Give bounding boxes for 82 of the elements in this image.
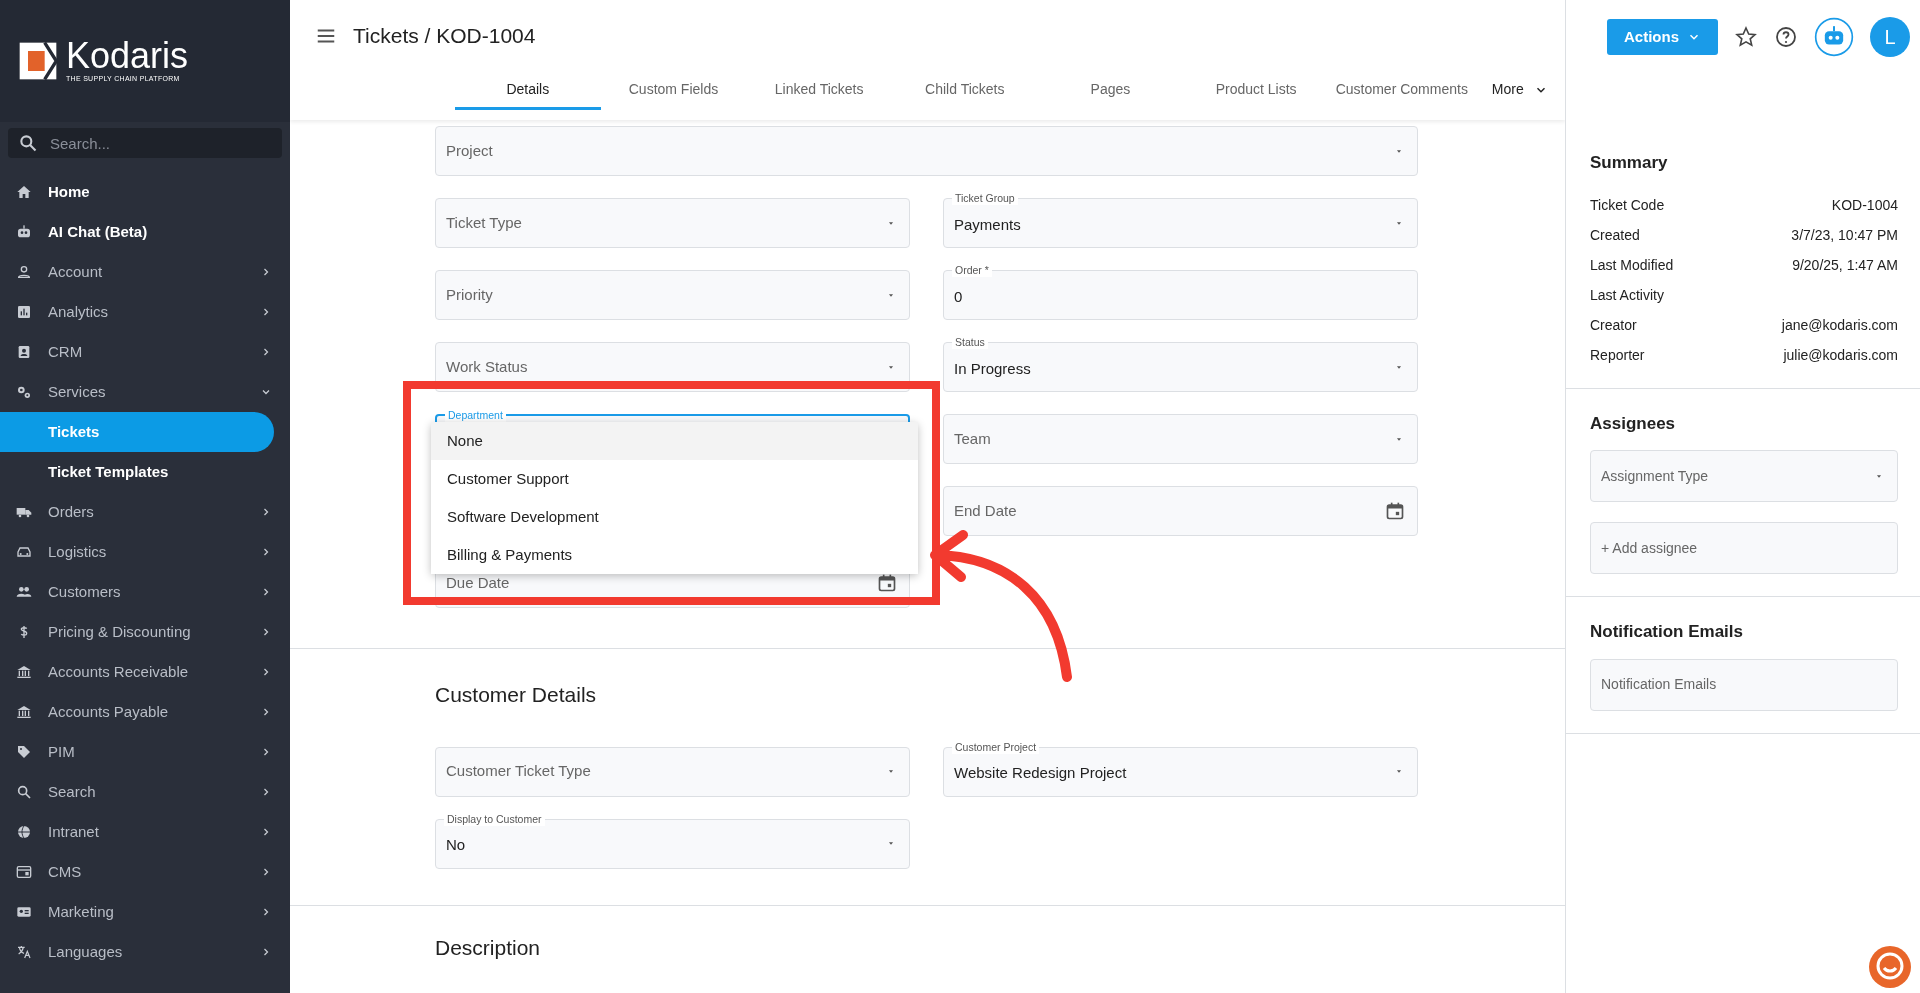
sidebar-item[interactable]: CRM xyxy=(0,332,290,372)
summary-label: Creator xyxy=(1590,315,1637,335)
tab[interactable]: Product Lists xyxy=(1183,72,1329,110)
dropdown-option[interactable]: Customer Support xyxy=(431,460,918,498)
select-field[interactable]: Ticket Type xyxy=(435,198,910,248)
tab[interactable]: Pages xyxy=(1037,72,1184,110)
help-icon[interactable] xyxy=(1774,25,1798,49)
bank-icon xyxy=(16,664,32,680)
panel-title: Summary xyxy=(1590,152,1669,174)
sidebar-item[interactable]: Analytics xyxy=(0,292,290,332)
select-field[interactable]: Assignment Type xyxy=(1590,450,1898,502)
brand-name: Kodaris xyxy=(66,37,189,74)
page-title: Tickets / KOD-1004 xyxy=(353,23,537,50)
robot-icon xyxy=(16,224,32,240)
section-title: Customer Details xyxy=(435,682,598,708)
panel-title: Assignees xyxy=(1590,412,1677,435)
id-card-icon xyxy=(16,904,32,920)
person-icon xyxy=(16,264,32,280)
sidebar-item[interactable]: Search xyxy=(0,772,290,812)
search-field[interactable]: Search... xyxy=(8,128,282,158)
summary-value: julie@kodaris.com xyxy=(1783,345,1898,365)
summary-label: Ticket Code xyxy=(1590,195,1665,215)
sidebar-item[interactable]: Logistics xyxy=(0,532,290,572)
tab[interactable]: More xyxy=(1474,72,1565,110)
date-field[interactable]: End Date xyxy=(943,486,1418,536)
sidebar-item[interactable]: Account xyxy=(0,252,290,292)
sidebar-item[interactable]: Orders xyxy=(0,492,290,532)
summary-value: 3/7/23, 10:47 PM xyxy=(1791,225,1898,245)
logo-icon xyxy=(18,41,58,81)
people-icon xyxy=(16,584,32,600)
bank-icon xyxy=(16,704,32,720)
sidebar-item[interactable]: Pricing & Discounting xyxy=(0,612,290,652)
summary-value: KOD-1004 xyxy=(1831,195,1898,215)
sidebar-item[interactable]: Languages xyxy=(0,932,290,972)
home-icon xyxy=(16,184,32,200)
car-icon xyxy=(16,544,32,560)
tab[interactable]: Linked Tickets xyxy=(746,72,892,110)
dropdown-option[interactable]: Billing & Payments xyxy=(431,536,918,574)
sidebar-item[interactable]: Marketing xyxy=(0,892,290,932)
select-field[interactable]: Project xyxy=(435,126,1418,176)
calendar-icon[interactable] xyxy=(877,573,897,593)
globe-icon xyxy=(16,824,32,840)
star-icon[interactable] xyxy=(1734,25,1758,49)
sidebar-item[interactable]: Customers xyxy=(0,572,290,612)
gears-icon xyxy=(16,384,32,400)
summary-label: Reporter xyxy=(1590,345,1645,365)
dropdown-option[interactable]: Software Development xyxy=(431,498,918,536)
chat-bubble-icon[interactable] xyxy=(1868,945,1912,989)
select-field[interactable]: Customer Ticket Type xyxy=(435,746,910,797)
sidebar-item[interactable]: CMS xyxy=(0,852,290,892)
summary-value: jane@kodaris.com xyxy=(1781,315,1898,335)
select-field[interactable]: Team xyxy=(943,414,1418,464)
sidebar-item[interactable]: Intranet xyxy=(0,812,290,852)
tag-icon xyxy=(16,744,32,760)
sidebar-item[interactable]: Accounts Receivable xyxy=(0,652,290,692)
translate-icon xyxy=(16,944,32,960)
sidebar-item[interactable]: Accounts Payable xyxy=(0,692,290,732)
tab[interactable]: Child Tickets xyxy=(891,72,1038,110)
tab[interactable]: Custom Fields xyxy=(600,72,747,110)
summary-value: 9/20/25, 1:47 AM xyxy=(1792,255,1898,275)
calendar-icon[interactable] xyxy=(1385,501,1405,521)
sidebar-subitem[interactable]: Ticket Templates xyxy=(0,452,274,492)
dropdown-option[interactable]: None xyxy=(431,422,918,460)
browser-window-icon xyxy=(16,864,32,880)
sidebar-item[interactable]: AI Chat (Beta) xyxy=(0,212,290,252)
summary-label: Last Activity xyxy=(1590,285,1664,305)
input-field[interactable]: + Add assignee xyxy=(1590,522,1898,574)
select-field[interactable]: Priority xyxy=(435,270,910,320)
sidebar-item[interactable]: Services xyxy=(0,372,290,412)
summary-label: Created xyxy=(1590,225,1640,245)
section-title: Description xyxy=(435,934,542,961)
summary-label: Last Modified xyxy=(1590,255,1674,275)
contact-card-icon xyxy=(16,344,32,360)
input-field[interactable]: Notification Emails xyxy=(1590,658,1898,711)
sidebar-item[interactable]: PIM xyxy=(0,732,290,772)
panel-title: Notification Emails xyxy=(1590,621,1745,643)
search-icon xyxy=(16,784,32,800)
robot-button-icon[interactable] xyxy=(1814,17,1854,57)
tab[interactable]: Customer Comments xyxy=(1328,72,1475,110)
sidebar-item[interactable]: Home xyxy=(0,172,290,212)
bar-chart-icon xyxy=(16,304,32,320)
tab[interactable]: Details xyxy=(455,72,601,110)
